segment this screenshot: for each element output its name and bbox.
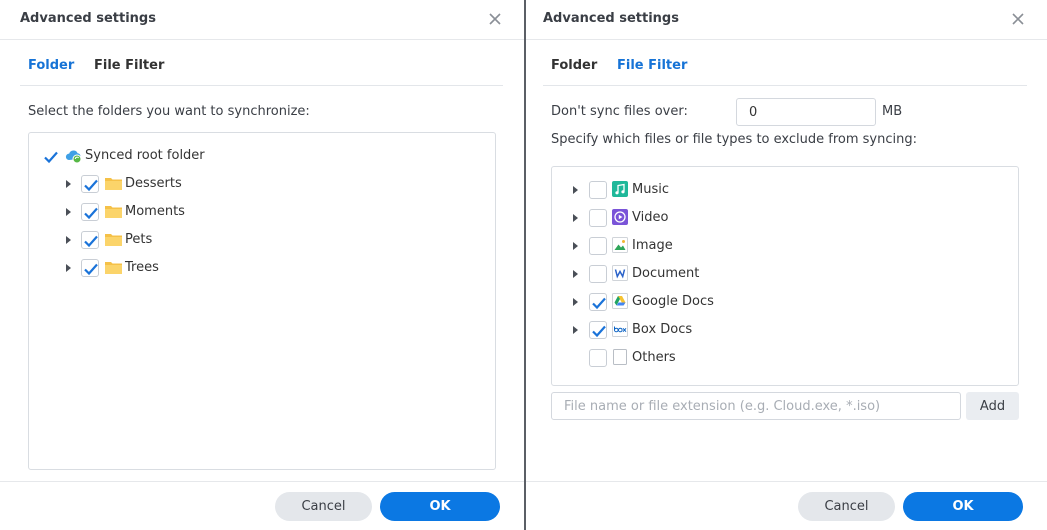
- expand-arrow-icon[interactable]: [66, 264, 71, 272]
- tree-item-folder: Pets: [29, 226, 495, 254]
- file-type-item-google-docs: Google Docs: [552, 288, 1018, 316]
- tree-item-label: Moments: [125, 204, 185, 219]
- folder-icon: [105, 232, 122, 248]
- tab-folder[interactable]: Folder: [551, 58, 597, 73]
- exclude-instruction: Specify which files or file types to exc…: [551, 132, 917, 147]
- add-filter-button[interactable]: Add: [966, 392, 1019, 420]
- cloud-sync-icon: [65, 148, 82, 164]
- expand-arrow-icon[interactable]: [66, 236, 71, 244]
- box-icon: [612, 321, 628, 337]
- footer-divider: [0, 481, 524, 482]
- image-icon: [612, 237, 628, 253]
- expand-arrow-icon[interactable]: [573, 270, 578, 278]
- google-drive-icon: [612, 293, 628, 309]
- root-checkbox[interactable]: [41, 147, 59, 165]
- advanced-settings-dialog-folder: Advanced settings Folder File Filter Sel…: [0, 0, 524, 530]
- folder-tree: Synced root folder Desserts Moments Pets…: [28, 132, 496, 470]
- folder-icon: [105, 204, 122, 220]
- file-type-checkbox[interactable]: [589, 209, 607, 227]
- size-unit-label: MB: [882, 104, 903, 119]
- tree-item-label: Desserts: [125, 176, 182, 191]
- file-type-item-video: Video: [552, 204, 1018, 232]
- file-type-label: Box Docs: [632, 322, 693, 337]
- expand-arrow-icon[interactable]: [573, 186, 578, 194]
- video-icon: [612, 209, 628, 225]
- file-type-checkbox[interactable]: [589, 349, 607, 367]
- tree-item-label: Trees: [125, 260, 159, 275]
- file-type-label: Video: [632, 210, 669, 225]
- file-type-checkbox[interactable]: [589, 293, 607, 311]
- tab-bar: Folder File Filter: [543, 58, 1027, 86]
- size-limit-input[interactable]: [736, 98, 876, 126]
- tab-folder[interactable]: Folder: [28, 58, 74, 73]
- expand-arrow-icon[interactable]: [573, 214, 578, 222]
- document-icon: [612, 265, 628, 281]
- folder-icon: [105, 260, 122, 276]
- tree-item-folder: Trees: [29, 254, 495, 282]
- advanced-settings-dialog-file-filter: Advanced settings Folder File Filter Don…: [526, 0, 1047, 530]
- folder-checkbox[interactable]: [81, 231, 99, 249]
- file-type-list: Music Video Image Document Google Docs B…: [551, 166, 1019, 386]
- expand-arrow-icon[interactable]: [573, 298, 578, 306]
- cancel-button[interactable]: Cancel: [275, 492, 372, 521]
- file-type-item-image: Image: [552, 232, 1018, 260]
- tree-item-label: Pets: [125, 232, 153, 247]
- file-type-label: Document: [632, 266, 700, 281]
- folder-instruction: Select the folders you want to synchroni…: [28, 104, 310, 119]
- file-type-checkbox[interactable]: [589, 265, 607, 283]
- dialog-title: Advanced settings: [543, 11, 679, 26]
- file-type-checkbox[interactable]: [589, 321, 607, 339]
- expand-arrow-icon[interactable]: [573, 242, 578, 250]
- size-limit-label: Don't sync files over:: [551, 104, 688, 119]
- ok-button[interactable]: OK: [903, 492, 1023, 521]
- close-icon[interactable]: [1010, 11, 1026, 27]
- ok-button[interactable]: OK: [380, 492, 500, 521]
- tree-item-folder: Moments: [29, 198, 495, 226]
- file-extension-input[interactable]: [551, 392, 961, 420]
- footer-divider: [526, 481, 1047, 482]
- tree-item-root: Synced root folder: [29, 142, 495, 170]
- expand-arrow-icon[interactable]: [573, 326, 578, 334]
- music-icon: [612, 181, 628, 197]
- tab-bar: Folder File Filter: [20, 58, 503, 86]
- tab-file-filter[interactable]: File Filter: [94, 58, 164, 73]
- file-type-item-box-docs: Box Docs: [552, 316, 1018, 344]
- tree-item-folder: Desserts: [29, 170, 495, 198]
- cancel-button[interactable]: Cancel: [798, 492, 895, 521]
- expand-arrow-icon[interactable]: [66, 180, 71, 188]
- file-type-item-document: Document: [552, 260, 1018, 288]
- file-type-item-others: Others: [552, 344, 1018, 372]
- folder-checkbox[interactable]: [81, 203, 99, 221]
- tab-file-filter[interactable]: File Filter: [617, 58, 687, 73]
- header-divider: [0, 39, 524, 40]
- file-type-label: Image: [632, 238, 673, 253]
- file-type-label: Others: [632, 350, 676, 365]
- file-type-label: Google Docs: [632, 294, 714, 309]
- tree-item-label: Synced root folder: [85, 148, 205, 163]
- file-type-checkbox[interactable]: [589, 181, 607, 199]
- header-divider: [526, 39, 1047, 40]
- close-icon[interactable]: [487, 11, 503, 27]
- generic-file-icon: [612, 349, 628, 365]
- file-type-item-music: Music: [552, 176, 1018, 204]
- folder-icon: [105, 176, 122, 192]
- file-type-checkbox[interactable]: [589, 237, 607, 255]
- file-type-label: Music: [632, 182, 669, 197]
- folder-checkbox[interactable]: [81, 259, 99, 277]
- folder-checkbox[interactable]: [81, 175, 99, 193]
- dialog-title: Advanced settings: [20, 11, 156, 26]
- expand-arrow-icon[interactable]: [66, 208, 71, 216]
